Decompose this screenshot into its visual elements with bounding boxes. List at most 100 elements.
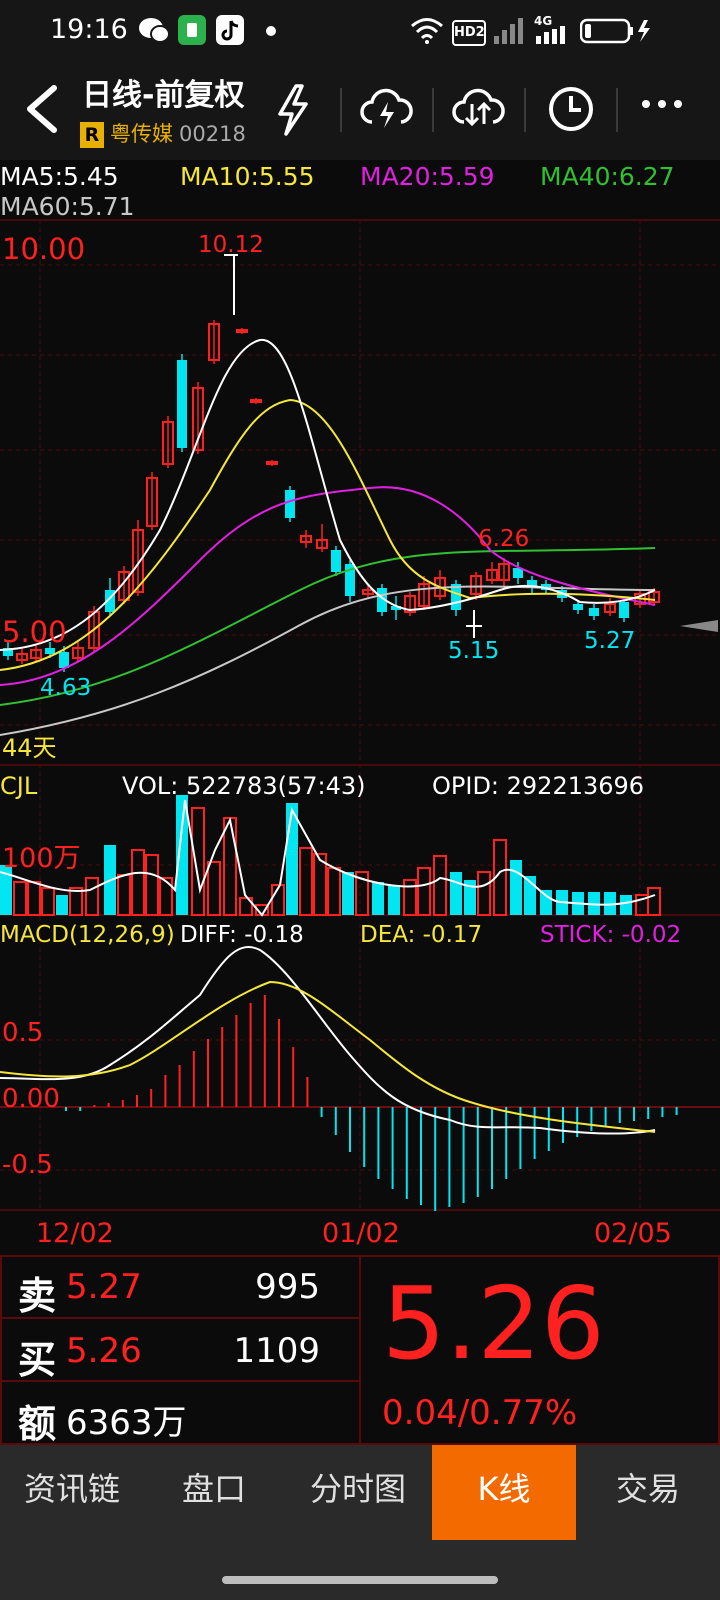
status-bar: 19:16 HD2 4G	[0, 0, 720, 62]
macd-diff-value: DIFF: -0.18	[180, 922, 304, 948]
volume-bar	[388, 885, 400, 915]
volume-bar	[56, 895, 68, 915]
wechat-icon	[139, 18, 170, 43]
buy-qty: 1109	[233, 1331, 320, 1371]
macd-axis-zero: 0.00	[2, 1084, 60, 1114]
header-divider	[524, 88, 526, 132]
candle-body	[250, 399, 262, 403]
tiktok-icon	[216, 15, 244, 45]
tab-kline[interactable]: K线	[432, 1445, 576, 1540]
candle-body	[285, 490, 295, 518]
high-price-label: 10.12	[198, 232, 264, 258]
x-axis-label-2: 01/02	[322, 1218, 400, 1249]
ma10-label: MA10:5.55	[180, 162, 315, 191]
low-price-label-2: 5.15	[448, 638, 500, 664]
days-label: 44天	[2, 734, 57, 762]
volume-bar	[191, 807, 205, 916]
amount-value: 6363万	[66, 1403, 187, 1443]
quote-panel: 卖 5.27 995 买 5.26 1109 额 6363万 5.26 0.04…	[0, 1255, 720, 1446]
volume-bar	[450, 872, 462, 915]
peak-price-label: 6.26	[478, 526, 530, 552]
dot-icon	[266, 26, 276, 36]
volume-bar	[299, 847, 313, 916]
page-title: 日线-前复权	[82, 78, 245, 113]
header: 日线-前复权 R 粤传媒 00218	[0, 62, 720, 160]
volume-axis-label: 100万	[2, 843, 81, 874]
macd-dea-value: DEA: -0.17	[360, 922, 483, 948]
ma20-label: MA20:5.59	[360, 162, 495, 191]
volume-bar	[327, 867, 341, 916]
candle-body	[589, 608, 599, 616]
sell-qty: 995	[255, 1267, 320, 1307]
system-nav-bar	[0, 1540, 720, 1600]
volume-bar	[223, 817, 237, 916]
ma5-line	[0, 338, 656, 651]
tab-news-chain[interactable]: 资讯链	[0, 1445, 144, 1540]
candle-body	[573, 604, 583, 610]
volume-bar	[417, 867, 431, 916]
r-badge: R	[80, 122, 104, 148]
tab-order-book[interactable]: 盘口	[144, 1445, 284, 1540]
price-axis-mid: 5.00	[2, 615, 67, 649]
candle-body	[331, 550, 341, 572]
stock-code: 00218	[179, 122, 246, 146]
macd-axis-neg: -0.5	[2, 1150, 53, 1180]
hd-icon: HD2	[452, 20, 486, 46]
volume-bar	[207, 861, 221, 916]
volume-panel-label: CJL	[0, 772, 38, 800]
volume-bar	[286, 803, 298, 915]
volume-bars	[0, 795, 661, 916]
tab-intraday[interactable]: 分时图	[284, 1445, 432, 1540]
volume-value: VOL: 522783(57:43)	[122, 772, 366, 800]
stock-info: R 粤传媒 00218	[80, 118, 246, 148]
volume-bar	[620, 895, 632, 915]
macd-dea-line	[0, 980, 656, 1133]
volume-bar	[69, 887, 83, 916]
candlesticks	[3, 320, 660, 672]
volume-bar	[145, 854, 159, 916]
buy-label: 买	[18, 1338, 57, 1382]
x-axis-label-1: 12/02	[36, 1218, 114, 1249]
volume-bar	[477, 871, 491, 916]
buy-price: 5.26	[66, 1331, 142, 1371]
candle-body	[619, 602, 629, 618]
back-icon[interactable]	[20, 84, 60, 134]
volume-bar	[540, 890, 552, 915]
header-divider	[432, 88, 434, 132]
app-green-icon	[178, 15, 206, 45]
macd-stick-value: STICK: -0.02	[540, 922, 682, 948]
status-time: 19:16	[50, 14, 128, 45]
price-change: 0.04/0.77%	[382, 1393, 578, 1433]
clock-icon[interactable]	[546, 84, 596, 134]
volume-bar	[647, 887, 661, 916]
macd-bars	[65, 995, 678, 1211]
volume-bar	[372, 882, 384, 915]
volume-bar	[85, 877, 99, 916]
cloud-sync-icon[interactable]	[450, 84, 506, 134]
cloud-lightning-icon[interactable]	[358, 84, 414, 134]
chart-grid-dashed	[0, 220, 720, 1210]
macd-axis-pos: 0.5	[2, 1018, 44, 1048]
tab-trade[interactable]: 交易	[576, 1445, 720, 1540]
home-indicator[interactable]	[222, 1576, 498, 1584]
4g-signal-icon	[536, 26, 565, 44]
candle-body	[59, 652, 69, 668]
volume-bar	[510, 860, 522, 915]
kline-chart-area[interactable]: MA5:5.45 MA10:5.55 MA20:5.59 MA40:6.27 M…	[0, 160, 720, 1255]
header-divider	[616, 88, 618, 132]
battery-icon	[580, 18, 650, 44]
candle-body	[177, 360, 187, 448]
price-pointer-icon	[680, 620, 718, 632]
kline-chart-svg[interactable]	[0, 160, 720, 1255]
ma5-label: MA5:5.45	[0, 162, 119, 191]
lightning-icon[interactable]	[274, 84, 312, 136]
amount-label: 额	[18, 1402, 57, 1446]
candle-body	[266, 461, 278, 465]
x-axis-label-3: 02/05	[594, 1218, 672, 1249]
more-icon[interactable]	[640, 98, 684, 110]
sell-price: 5.27	[66, 1267, 142, 1307]
opid-value: OPID: 292213696	[432, 772, 645, 800]
ma20-line	[0, 486, 656, 686]
volume-bar	[27, 881, 41, 916]
volume-bar	[131, 849, 145, 916]
